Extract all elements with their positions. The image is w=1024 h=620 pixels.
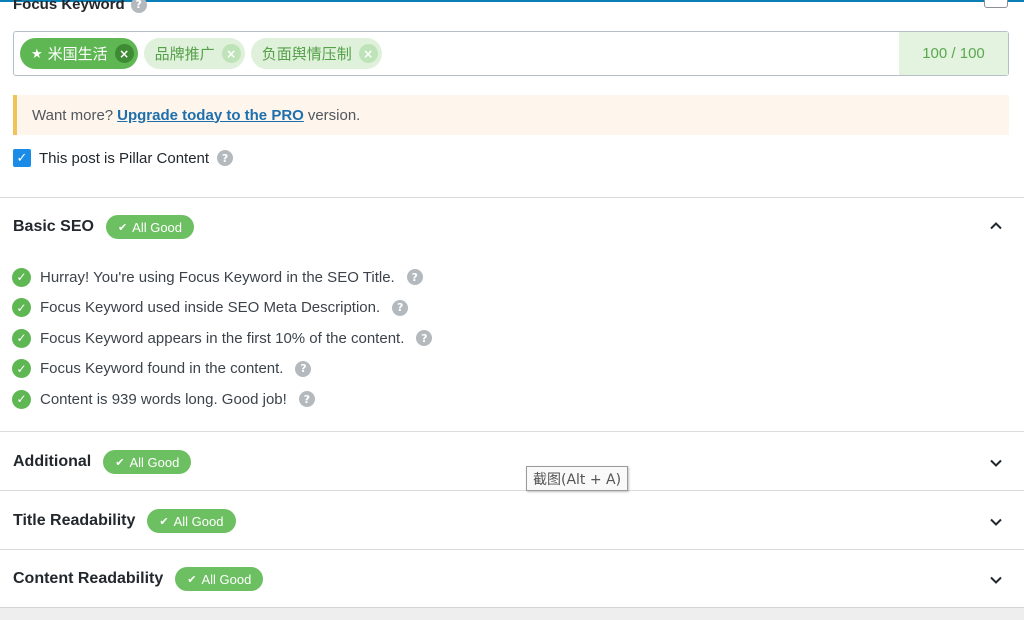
keyword-tag-primary[interactable]: ★ 米国生活 × (20, 38, 138, 69)
help-icon[interactable]: ? (416, 330, 433, 347)
check-icon: ✔ (117, 220, 128, 234)
help-icon[interactable]: ? (392, 299, 409, 316)
check-icon: ✔ (115, 455, 125, 469)
status-badge: ✔ All Good (103, 450, 192, 474)
keyword-tags: ★ 米国生活 × 品牌推广 × 负面舆情压制 × (14, 38, 899, 69)
checkmark-circle-icon: ✓ (12, 267, 31, 287)
test-result-text: Focus Keyword used inside SEO Meta Descr… (40, 299, 381, 317)
section-header-title-readability[interactable]: Title Readability ✔ All Good (13, 506, 236, 536)
status-badge: ✔ All Good (105, 215, 195, 239)
keyword-tag[interactable]: 负面舆情压制 × (250, 38, 382, 69)
status-badge: ✔ All Good (175, 567, 264, 591)
section-title: Title Readability (13, 512, 136, 529)
help-icon[interactable]: ? (295, 360, 312, 377)
checkmark-circle-icon: ✓ (12, 359, 31, 379)
checkmark-circle-icon: ✓ (12, 298, 31, 318)
panel-toggle-box[interactable] (984, 0, 1008, 8)
top-accent-bar (0, 0, 1024, 2)
divider (0, 490, 1024, 491)
section-title: Basic SEO (13, 218, 94, 235)
upgrade-suffix: version. (307, 106, 361, 124)
chevron-up-icon[interactable] (988, 218, 1004, 234)
close-icon[interactable]: × (221, 44, 241, 63)
upgrade-link[interactable]: Upgrade today to the PRO (117, 107, 304, 124)
help-icon[interactable]: ? (406, 269, 423, 286)
pillar-content-label[interactable]: This post is Pillar Content (39, 150, 209, 167)
list-item: ✓ Content is 939 words long. Good job! ? (12, 384, 432, 415)
check-icon: ✔ (187, 572, 197, 586)
section-title: Additional (13, 453, 92, 470)
help-icon[interactable]: ? (298, 391, 315, 408)
checkmark-circle-icon: ✓ (12, 328, 31, 348)
basic-seo-tests: ✓ Hurray! You're using Focus Keyword in … (12, 262, 433, 415)
list-item: ✓ Focus Keyword found in the content. ? (12, 354, 432, 385)
seo-score: 100 / 100 (899, 32, 1008, 75)
test-result-text: Focus Keyword found in the content. (40, 360, 284, 378)
focus-keyword-label: Focus Keyword ? (13, 0, 147, 13)
pillar-content-row: ✓ This post is Pillar Content ? (13, 149, 234, 167)
test-result-text: Focus Keyword appears in the first 10% o… (40, 329, 405, 347)
status-badge-text: All Good (173, 513, 224, 529)
keyword-tag-text: 品牌推广 (154, 46, 215, 63)
section-title: Content Readability (13, 570, 164, 587)
upgrade-prefix: Want more? (32, 106, 114, 124)
divider (0, 197, 1024, 198)
pillar-content-checkbox[interactable]: ✓ (13, 149, 31, 167)
checkmark-circle-icon: ✓ (12, 389, 31, 409)
focus-keyword-label-text: Focus Keyword (13, 0, 125, 13)
list-item: ✓ Hurray! You're using Focus Keyword in … (12, 262, 432, 293)
check-icon: ✔ (159, 514, 169, 528)
help-icon[interactable]: ? (130, 0, 147, 13)
close-icon[interactable]: × (358, 44, 378, 63)
section-header-additional[interactable]: Additional ✔ All Good (13, 447, 192, 477)
status-badge-text: All Good (132, 219, 183, 235)
help-icon[interactable]: ? (217, 150, 234, 166)
close-icon[interactable]: × (114, 44, 134, 63)
list-item: ✓ Focus Keyword used inside SEO Meta Des… (12, 293, 432, 324)
chevron-down-icon[interactable] (988, 455, 1004, 471)
focus-keyword-input[interactable]: ★ 米国生活 × 品牌推广 × 负面舆情压制 × 100 / 100 (13, 31, 1009, 76)
divider (0, 431, 1024, 432)
keyword-tag-text: 米国生活 (47, 46, 108, 63)
status-badge-text: All Good (129, 454, 180, 470)
test-result-text: Hurray! You're using Focus Keyword in th… (40, 268, 395, 286)
bottom-bar (0, 607, 1024, 620)
keyword-tag-text: 负面舆情压制 (261, 46, 352, 63)
tooltip: 截图(Alt + A) (526, 466, 629, 491)
list-item: ✓ Focus Keyword appears in the first 10%… (12, 323, 433, 354)
divider (0, 549, 1024, 550)
status-badge-text: All Good (201, 571, 252, 587)
chevron-down-icon[interactable] (988, 514, 1004, 530)
section-header-content-readability[interactable]: Content Readability ✔ All Good (13, 564, 264, 594)
test-result-text: Content is 939 words long. Good job! (40, 390, 287, 408)
keyword-tag[interactable]: 品牌推广 × (143, 38, 245, 69)
star-icon: ★ (31, 45, 43, 61)
section-header-basic-seo[interactable]: Basic SEO ✔ All Good (13, 212, 195, 242)
chevron-down-icon[interactable] (988, 572, 1004, 588)
status-badge: ✔ All Good (147, 509, 236, 533)
upgrade-notice: Want more? Upgrade today to the PRO vers… (13, 95, 1009, 135)
